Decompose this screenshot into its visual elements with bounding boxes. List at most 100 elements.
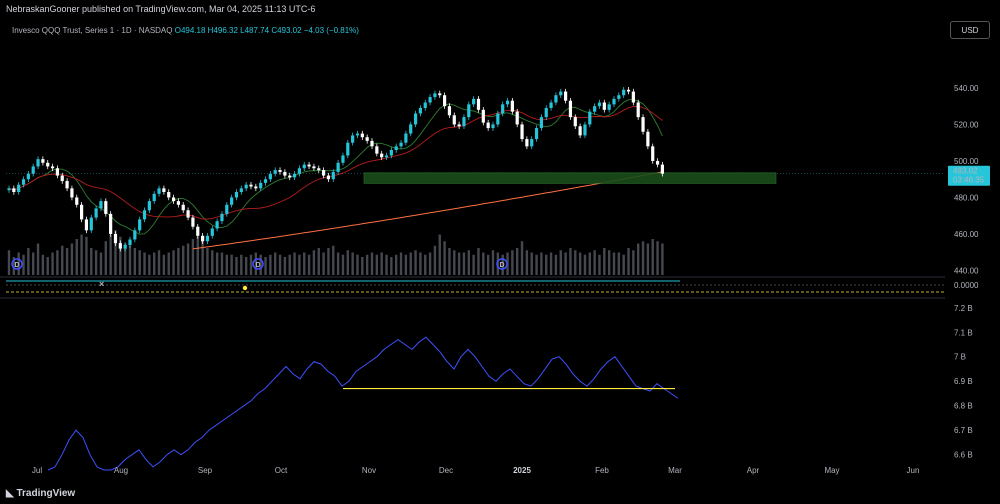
candle-body [559,91,563,96]
candle-body [588,111,592,125]
volume-bar [540,252,543,275]
candle-body [50,166,55,169]
volume-bar [467,250,470,275]
volume-bar [182,245,185,275]
volume-bar [56,250,59,275]
volume-bar [303,252,306,275]
candle-body [152,193,156,202]
candle-body [65,181,69,189]
volume-bar [65,248,69,275]
dividend-marker-label: D [500,262,505,269]
candle-body [268,173,272,180]
volume-bar [549,252,553,275]
candle-body [41,159,45,163]
volume-bar [632,250,635,275]
candle-body [510,100,514,112]
last-price-label: 493.02 [953,167,978,176]
candle-body [655,160,660,165]
candle-body [651,146,655,161]
volume-bar [61,245,64,275]
time-axis-tick: Dec [439,466,453,475]
candle-body [186,210,190,218]
volume-bar [177,248,180,275]
volume-bar [530,252,533,275]
candle-body [123,244,127,249]
obv-axis-tick: 6.9 B [954,377,973,386]
candle-body [191,217,195,227]
candle-body [597,102,602,107]
volume-bar [240,254,243,275]
volume-bar [128,245,132,275]
candle-body [288,175,292,178]
candle-body [75,197,79,205]
volume-bar [574,250,577,275]
candle-body [31,166,35,174]
volume-bar [520,241,524,275]
price-axis-tick: 500.00 [954,157,979,166]
candle-body [394,146,398,150]
volume-bar [99,252,103,275]
time-axis-tick: Jul [32,466,42,475]
candle-body [84,219,89,231]
candle-body [80,204,84,220]
volume-bar [27,248,30,275]
candle-body [220,213,224,222]
candle-body [317,168,321,171]
time-axis-tick: Apr [747,466,760,475]
volume-bar [646,243,650,275]
candle-body [515,111,519,125]
candle-body [617,95,621,99]
candle-body [370,140,374,147]
obv-axis-tick: 6.6 B [954,451,973,460]
time-axis-tick: Sep [198,466,213,475]
volume-bar [593,250,596,275]
candle-body [259,182,263,189]
price-axis-tick: 540.00 [954,84,979,93]
tradingview-logo[interactable]: ◣ TradingView [6,488,75,499]
volume-bar [7,250,11,275]
candle-body [215,221,219,229]
candle-body [167,192,171,198]
volume-bar [356,254,359,275]
volume-bar [554,254,558,275]
candle-body [278,170,282,172]
candle-body [457,124,461,127]
candle-body [36,159,40,167]
volume-bar [109,234,112,275]
time-axis-tick: Aug [114,466,128,475]
candle-body [104,201,108,214]
candle-body [534,128,539,140]
volume-bar [191,239,195,275]
candle-body [225,204,229,214]
chart-canvas[interactable]: 540.00 520.00 500.00 480.00 460.00 440.00 D D D 4… [0,0,1000,504]
candle-body [384,155,389,158]
volume-bar [336,252,340,275]
candle-body [297,168,301,174]
candle-body [230,197,234,205]
volume-bar [249,254,253,275]
candle-body [409,124,413,134]
candle-body [234,192,239,198]
volume-bar [511,250,514,275]
candle-body [341,155,345,163]
candle-body [447,106,452,116]
candle-body [196,226,200,236]
volume-bar [75,239,78,275]
candle-body [505,100,510,105]
volume-bar [361,257,364,275]
volume-bar [559,250,562,275]
volume-bar [288,254,291,275]
volume-bar [656,241,659,275]
candle-body [631,91,635,103]
candle-body [428,97,432,103]
candle-body [355,133,360,136]
candle-body [244,184,248,189]
candle-body [602,102,606,110]
price-axis-tick: 520.00 [954,120,979,129]
candle-body [622,89,626,96]
countdown-label: 03:46:35 [953,176,985,185]
time-axis-tick: Mar [668,466,682,475]
candle-body [70,188,74,198]
volume-bar [293,252,296,275]
candle-body [201,235,205,242]
